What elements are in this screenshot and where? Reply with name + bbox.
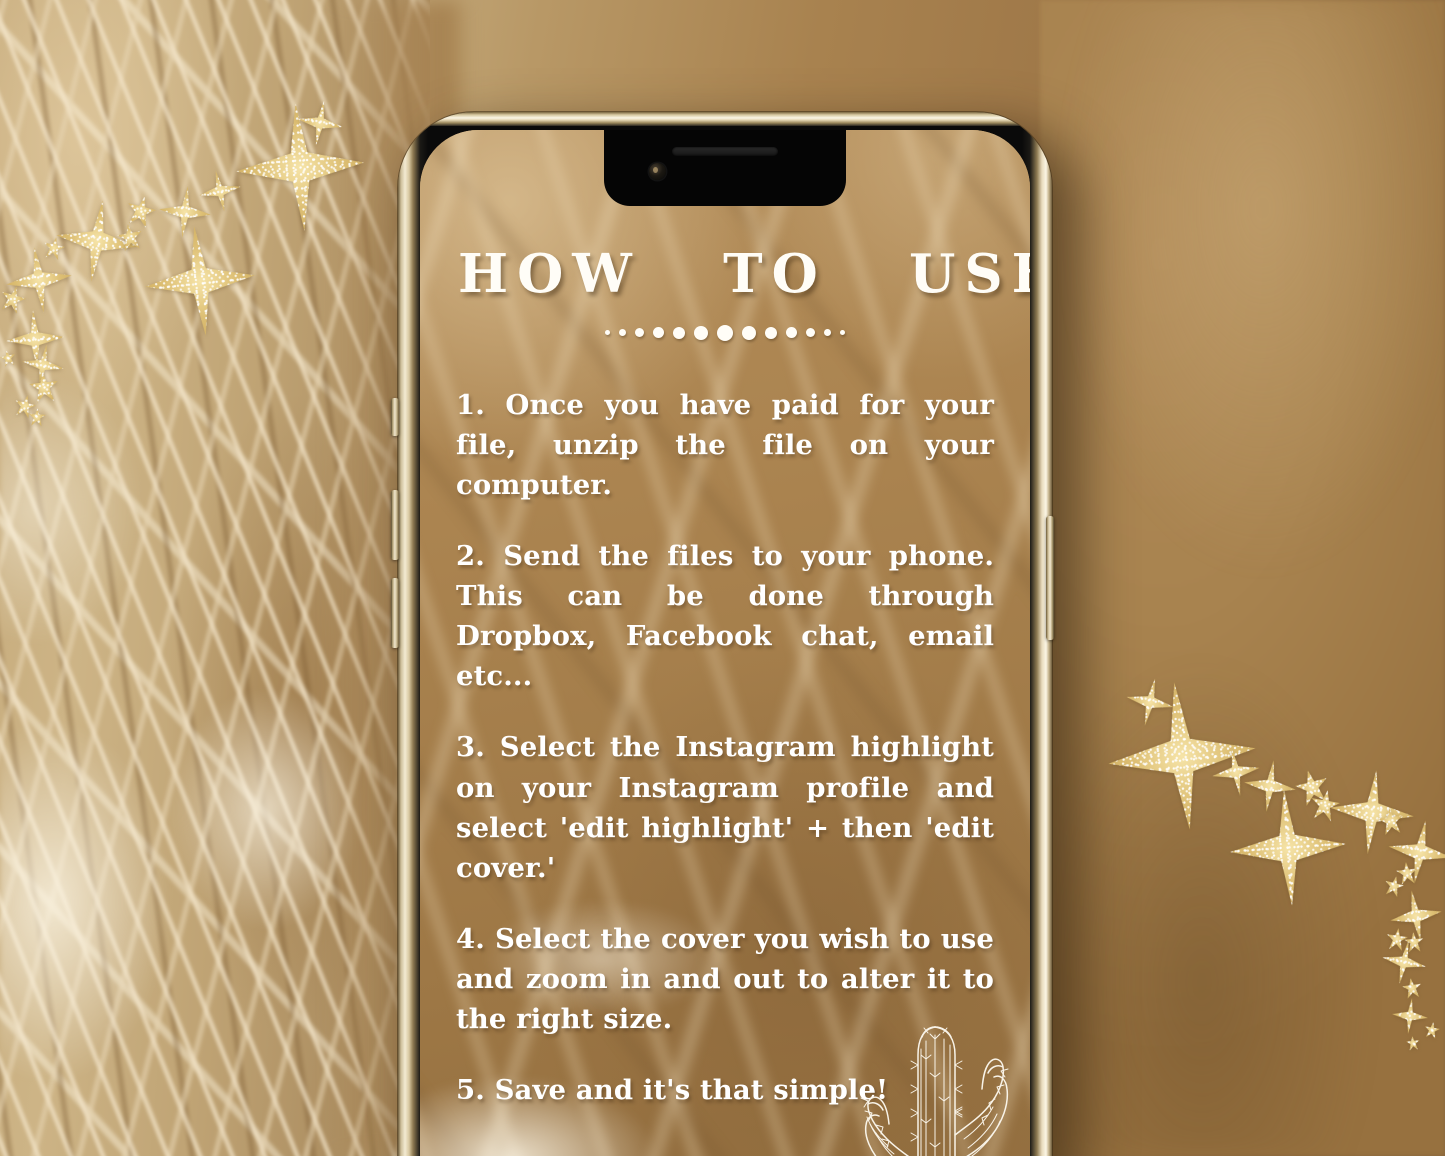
mute-switch-button[interactable] — [391, 398, 399, 436]
star-glitter-fill — [27, 407, 46, 426]
cactus-illustration-icon — [860, 1026, 1009, 1156]
gold-star-icon — [1405, 1035, 1420, 1050]
phone-screen[interactable]: HOW TO USE 1. Once you have paid for you… — [420, 130, 1030, 1156]
power-button[interactable] — [1046, 516, 1054, 640]
star-glitter-fill — [1122, 674, 1179, 731]
gold-star-icon — [140, 221, 261, 342]
title-word-use: USE — [909, 243, 1030, 305]
divider-dot — [619, 329, 626, 336]
gold-star-icon — [27, 407, 46, 426]
poster-canvas: HOW TO USE 1. Once you have paid for you… — [0, 0, 1445, 1156]
divider-dot — [694, 325, 708, 340]
phone-top-rim — [398, 112, 1052, 126]
gold-star-icon — [115, 222, 145, 252]
page-title: HOW TO USE — [458, 248, 1030, 305]
background-right-sheen — [1040, 0, 1445, 1156]
divider-dot — [635, 328, 644, 337]
volume-up-button[interactable] — [391, 490, 399, 560]
title-word-to: TO — [723, 243, 827, 305]
star-glitter-fill — [1401, 977, 1424, 1000]
instruction-step: 1. Once you have paid for your file, unz… — [456, 388, 994, 501]
star-glitter-fill — [1423, 1021, 1442, 1040]
instruction-step: 3. Select the Instagram highlight on you… — [456, 731, 994, 884]
divider-dot — [806, 328, 815, 337]
screen-content: HOW TO USE 1. Once you have paid for you… — [420, 130, 1030, 1156]
earpiece-speaker-icon — [672, 147, 778, 156]
volume-down-button[interactable] — [391, 578, 399, 648]
star-glitter-fill — [115, 222, 145, 252]
gold-star-icon — [293, 96, 346, 149]
star-glitter-fill — [293, 96, 346, 149]
gold-star-icon — [1401, 977, 1424, 1000]
instruction-step: 2. Send the files to your phone. This ca… — [456, 539, 994, 693]
star-glitter-fill — [1405, 1035, 1420, 1050]
dot-divider — [452, 324, 998, 341]
divider-dot — [840, 330, 845, 335]
divider-dot — [786, 327, 797, 338]
instruction-steps-list: 1. Once you have paid for your file, unz… — [452, 385, 998, 1111]
divider-dot — [765, 326, 777, 339]
phone-notch — [604, 130, 846, 206]
phone-device: HOW TO USE 1. Once you have paid for you… — [398, 112, 1052, 1156]
divider-dot — [717, 324, 733, 341]
star-glitter-fill — [140, 221, 261, 342]
gold-star-icon — [1122, 674, 1179, 731]
front-camera-icon — [649, 163, 666, 180]
gold-star-icon — [1423, 1021, 1442, 1040]
divider-dot — [824, 329, 831, 336]
title-word-how: HOW — [458, 243, 641, 305]
gold-star-icon — [0, 349, 17, 368]
divider-dot — [653, 327, 664, 338]
divider-dot — [673, 326, 685, 339]
star-glitter-fill — [0, 349, 17, 368]
divider-dot — [742, 325, 756, 340]
divider-dot — [605, 330, 610, 335]
